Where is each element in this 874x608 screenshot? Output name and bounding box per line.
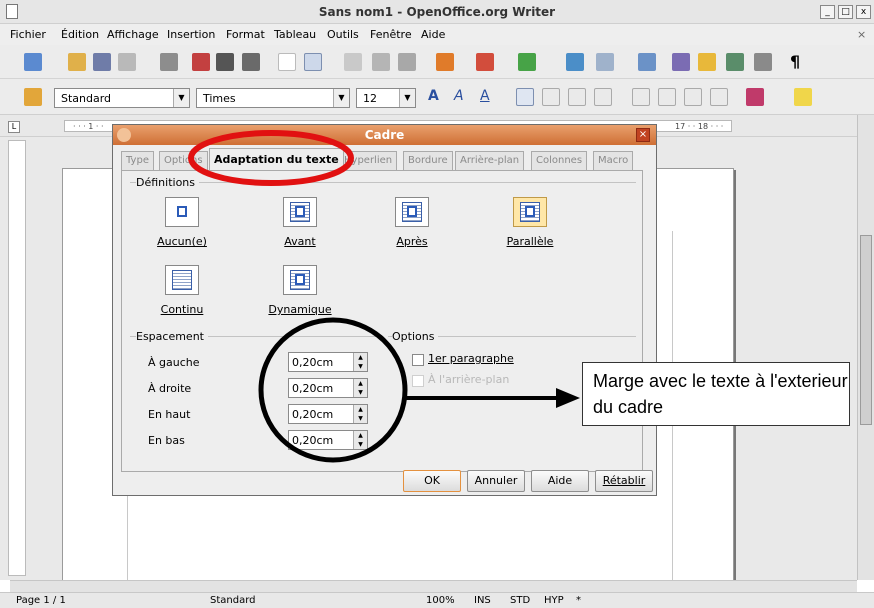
annotation-callout: Marge avec le texte à l'exterieur du cad…: [582, 362, 850, 426]
annotation-overlay: [188, 130, 580, 463]
annotation-arrowhead: [556, 388, 580, 408]
black-highlight-ellipse: [258, 317, 408, 463]
red-highlight-ellipse: [188, 130, 354, 186]
